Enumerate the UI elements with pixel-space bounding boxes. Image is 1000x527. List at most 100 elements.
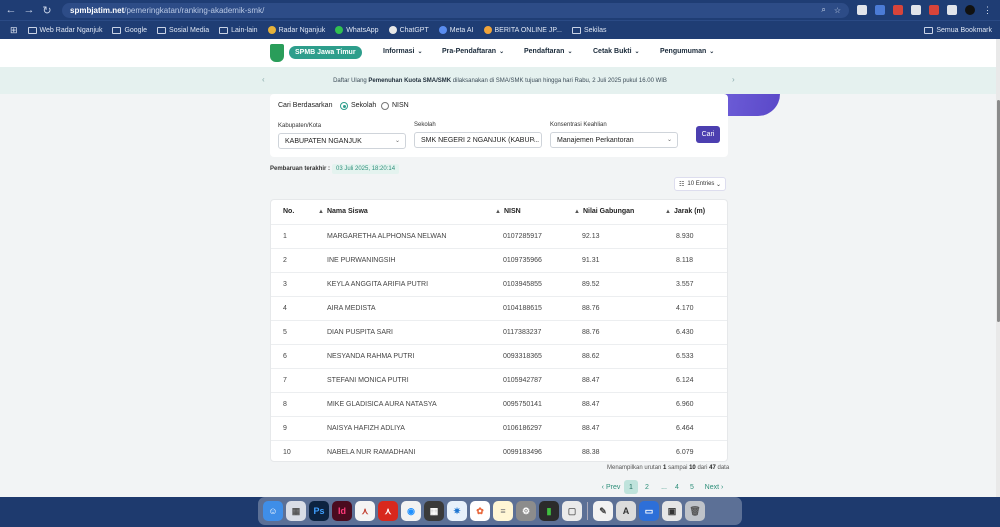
menu-label: Pendaftaran	[524, 48, 565, 55]
bookmark-chatgpt[interactable]: ChatGPT	[388, 26, 429, 34]
bookmark-web-radar-nganjuk[interactable]: Web Radar Nganjuk	[27, 26, 102, 34]
summary-pre: Menampilkan urutan	[607, 465, 662, 471]
header-no[interactable]: No.	[283, 208, 294, 215]
sort-icon: ▲	[665, 209, 671, 215]
table-row: 8 MIKE GLADISICA AURA NATASYA 0095750141 88…	[271, 392, 727, 416]
photoshop-icon[interactable]: Ps	[309, 501, 329, 521]
screenshot-icon[interactable]: ▣	[662, 501, 682, 521]
bookmark-whatsapp[interactable]: WhatsApp	[335, 26, 379, 34]
menu-dots-icon[interactable]: ⋮	[983, 5, 992, 16]
acrobat-icon[interactable]: ⋏	[355, 501, 375, 521]
header-nisn[interactable]: ▲ NISN	[495, 208, 521, 215]
chevron-down-icon: ⌄	[666, 137, 672, 143]
extension-icon[interactable]	[929, 5, 939, 15]
apps-grid-icon[interactable]: ⊞	[10, 25, 18, 36]
page-button[interactable]: 2	[641, 480, 653, 494]
extension-icon[interactable]	[857, 5, 867, 15]
table-row: 10 NABELA NUR RAMADHANI 0099183496 88.38 6.0…	[271, 440, 727, 464]
entries-value: 10 Entries	[687, 181, 715, 187]
cell-nisn: 0107285917	[503, 233, 542, 240]
bookmark-radar-nganjuk[interactable]: Radar Nganjuk	[267, 26, 325, 34]
battery-app-icon[interactable]: ▮	[539, 501, 559, 521]
indesign-icon[interactable]: Id	[332, 501, 352, 521]
kabupaten-select[interactable]: KABUPATEN NGANJUK ⌄	[278, 133, 406, 149]
profile-avatar[interactable]	[965, 5, 975, 15]
radio-sekolah[interactable]	[340, 102, 348, 110]
chevron-down-icon: ⌄	[417, 49, 423, 55]
menu-cetak-bukti[interactable]: Cetak Bukti ⌄	[593, 48, 640, 55]
menu-pra-pendaftaran[interactable]: Pra-Pendaftaran ⌄	[442, 48, 504, 55]
search-button[interactable]: Cari	[696, 126, 720, 143]
all-bookmarks-label: Semua Bookmark	[936, 26, 992, 34]
entries-select[interactable]: ☷ 10 Entries ⌄	[674, 177, 726, 191]
system-settings-icon[interactable]: ⚙	[516, 501, 536, 521]
cell-nilai: 88.76	[582, 305, 600, 312]
forward-icon[interactable]: →	[22, 4, 36, 16]
table-row: 4 AIRA MEDISTA 0104188615 88.76 4.170	[271, 296, 727, 320]
extension-icon[interactable]	[893, 5, 903, 15]
acrobat-reader-icon[interactable]: ⋏	[378, 501, 398, 521]
back-icon[interactable]: ←	[4, 4, 18, 16]
bookmark-sekilas[interactable]: Sekilas	[571, 26, 607, 34]
chevron-left-icon[interactable]: ‹	[262, 75, 265, 84]
finder-icon[interactable]: ☺	[263, 501, 283, 521]
chevron-down-icon: ⌄	[394, 138, 400, 144]
header-nilai-gabungan[interactable]: ▲ Nilai Gabungan	[574, 208, 634, 215]
chrome-icon[interactable]: ◉	[401, 501, 421, 521]
safari-icon[interactable]: ✷	[447, 501, 467, 521]
bookmark-meta-ai[interactable]: Meta AI	[438, 26, 474, 34]
zoom-icon[interactable]: ⌕	[821, 5, 825, 15]
puzzle-icon[interactable]	[947, 5, 957, 15]
summary-from: 1	[663, 465, 667, 471]
textedit-icon[interactable]: ✎	[593, 501, 613, 521]
cell-nisn: 0099183496	[503, 449, 542, 456]
page-button[interactable]: 4	[671, 480, 683, 494]
sekolah-select[interactable]: SMK NEGERI 2 NGANJUK (KABUP... ⌄	[414, 132, 542, 148]
bookmark-lain-lain[interactable]: Lain-lain	[219, 26, 258, 34]
table-row: 9 NAISYA HAFIZH ADLIYA 0106186297 88.47 6.46…	[271, 416, 727, 440]
cell-jarak: 8.118	[676, 257, 693, 264]
page-button-current[interactable]: 1	[624, 480, 638, 494]
keynote-icon[interactable]: ▭	[639, 501, 659, 521]
next-page-button[interactable]: Next ›	[700, 480, 728, 494]
bookmarks-bar: ⊞ Web Radar Nganjuk Google Sosial Media …	[0, 20, 1000, 39]
folder-icon	[27, 26, 37, 34]
trash-icon[interactable]: 🗑	[685, 501, 705, 521]
folder-icon	[112, 26, 122, 34]
sort-icon: ▲	[318, 209, 324, 215]
launchpad-icon[interactable]: ▦	[286, 501, 306, 521]
bookmark-berita-online[interactable]: BERITA ONLINE JP...	[483, 26, 562, 34]
star-icon[interactable]: ☆	[834, 6, 841, 15]
bookmark-label: BERITA ONLINE JP...	[494, 26, 562, 34]
konsentrasi-select[interactable]: Manajemen Perkantoran ⌄	[550, 132, 678, 148]
cell-nisn: 0104188615	[503, 305, 542, 312]
bookmark-sosial-media[interactable]: Sosial Media	[157, 26, 209, 34]
cell-nama: KEYLA ANGGITA ARIFIA PUTRI	[327, 281, 429, 288]
calculator-icon[interactable]: ▦	[424, 501, 444, 521]
menu-pendaftaran[interactable]: Pendaftaran ⌄	[524, 48, 573, 55]
announcement-post: dilaksanakan di SMA/SMK tujuan hingga ha…	[452, 77, 667, 84]
all-bookmarks[interactable]: Semua Bookmark	[924, 26, 992, 34]
cell-no: 1	[283, 233, 287, 240]
header-nama-siswa[interactable]: ▲ Nama Siswa	[318, 208, 368, 215]
address-bar[interactable]: spmbjatim.net /pemeringkatan/ranking-aka…	[62, 2, 849, 18]
header-jarak[interactable]: ▲ Jarak (m)	[665, 208, 705, 215]
chevron-right-icon[interactable]: ›	[732, 75, 735, 84]
prev-page-button[interactable]: ‹ Prev	[598, 480, 624, 494]
announcement-pre: Daftar Ulang	[333, 77, 367, 84]
photos-icon[interactable]: ✿	[470, 501, 490, 521]
extension-icon[interactable]	[911, 5, 921, 15]
site-logo[interactable]: SPMB Jawa Timur	[289, 46, 362, 59]
font-book-icon[interactable]: A	[616, 501, 636, 521]
menu-pengumuman[interactable]: Pengumuman ⌄	[660, 48, 714, 55]
bookmark-google[interactable]: Google	[112, 26, 147, 34]
chevron-right-icon: ›	[719, 483, 724, 491]
reload-icon[interactable]: ↻	[40, 4, 54, 17]
notes-icon[interactable]: ≡	[493, 501, 513, 521]
menu-informasi[interactable]: Informasi ⌄	[383, 48, 423, 55]
jatim-crest-icon	[270, 44, 284, 62]
extension-icon[interactable]	[875, 5, 885, 15]
radio-nisn[interactable]	[381, 102, 389, 110]
preview-icon[interactable]: ▢	[562, 501, 582, 521]
page-button[interactable]: 5	[686, 480, 698, 494]
